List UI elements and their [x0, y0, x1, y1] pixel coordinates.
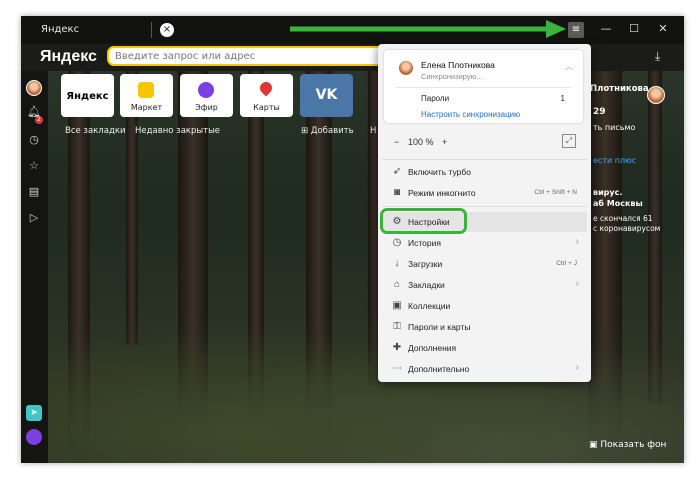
- bookmark-icon: ⌂: [393, 279, 401, 290]
- chevron-right-icon: ›: [575, 362, 579, 373]
- menu-divider: [382, 206, 587, 207]
- menu-item-bookmarks[interactable]: ⌂ Закладки ›: [382, 275, 587, 295]
- passwords-count: 1: [560, 94, 565, 103]
- menu-divider: [382, 159, 587, 160]
- account-name[interactable]: Елена Плотникова: [421, 60, 495, 70]
- menu-item-extensions[interactable]: ✚ Дополнения: [382, 338, 587, 358]
- puzzle-icon: ✚: [392, 342, 402, 353]
- menu-item-history[interactable]: ◷ История ›: [382, 233, 587, 253]
- collections-icon: ▣: [392, 300, 402, 311]
- menu-item-downloads[interactable]: ↓ Загрузки Ctrl + J: [382, 254, 587, 274]
- zoom-value: 100 %: [408, 137, 434, 147]
- download-arrow-icon: ↓: [394, 258, 400, 269]
- zoom-in-button[interactable]: +: [442, 137, 447, 147]
- key-icon: ⚿: [393, 321, 401, 332]
- sync-status: Синхронизирую...: [421, 72, 483, 81]
- sync-settings-link[interactable]: Настроить синхронизацию: [421, 110, 520, 119]
- zoom-out-button[interactable]: −: [394, 137, 399, 147]
- menu-item-incognito[interactable]: ◙ Режим инкогнито Ctrl + Shift + N: [382, 183, 587, 203]
- rocket-icon: ➶: [392, 166, 402, 177]
- downloads-shortcut: Ctrl + J: [556, 260, 577, 267]
- history-icon: ◷: [392, 237, 402, 248]
- settings-highlight-annotation: [380, 208, 467, 234]
- chevron-right-icon: ›: [575, 278, 579, 289]
- account-divider: [396, 87, 571, 88]
- fullscreen-icon[interactable]: ⤢: [562, 134, 576, 148]
- incognito-icon: ◙: [393, 187, 401, 198]
- chevron-right-icon: ›: [575, 236, 579, 247]
- menu-item-more[interactable]: ⋯ Дополнительно ›: [382, 359, 587, 379]
- chevron-up-icon[interactable]: ︿: [565, 61, 573, 72]
- menu-item-passwords[interactable]: ⚿ Пароли и карты: [382, 317, 587, 337]
- account-card: Елена Плотникова Синхронизирую... ︿ Паро…: [384, 50, 583, 123]
- arrow-annotation: [290, 20, 566, 38]
- menu-item-turbo[interactable]: ➶ Включить турбо: [382, 162, 587, 182]
- incognito-shortcut: Ctrl + Shift + N: [534, 189, 577, 196]
- passwords-label[interactable]: Пароли: [421, 94, 449, 103]
- more-icon: ⋯: [392, 363, 402, 374]
- account-avatar[interactable]: [398, 60, 414, 76]
- menu-item-collections[interactable]: ▣ Коллекции: [382, 296, 587, 316]
